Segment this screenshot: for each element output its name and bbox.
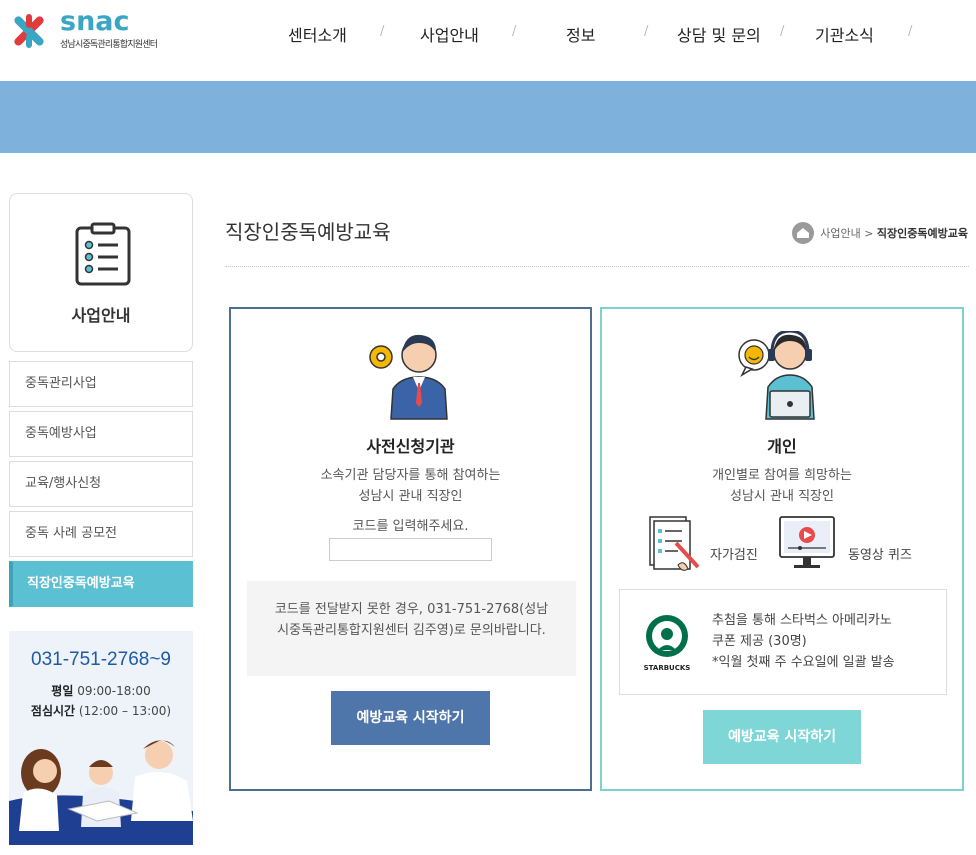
- weekday-hours: 09:00-18:00: [77, 684, 151, 698]
- headset-person-laptop-icon: [738, 331, 815, 420]
- sidebar-item-education-events[interactable]: 교육/행사신청: [9, 461, 193, 507]
- nav-item-news[interactable]: 기관소식: [815, 22, 874, 46]
- site-header: snac 성남시중독관리통합지원센터 센터소개 / 사업안내 / 정보 / 상담…: [0, 0, 976, 81]
- nav-separator: /: [780, 24, 785, 39]
- contact-notice: 코드를 전달받지 못한 경우, 031-751-2768(성남시중독관리통합지원…: [247, 581, 576, 676]
- family-reading-illustration: [9, 740, 193, 845]
- individual-card: 개인 개인별로 참여를 희망하는 성남시 관내 직장인 자가검진 동영상 퀴즈 …: [600, 307, 964, 791]
- sidebar-section-title: 사업안내: [71, 306, 131, 325]
- breadcrumb: 사업안내 > 직장인중독예방교육: [792, 221, 968, 245]
- institution-desc-line2: 성남시 관내 직장인: [358, 489, 463, 504]
- logo-text: snac: [60, 6, 130, 37]
- title-divider: [225, 266, 969, 267]
- start-education-button-individual[interactable]: 예방교육 시작하기: [703, 710, 861, 764]
- home-icon[interactable]: [792, 222, 815, 244]
- sidebar-section-card: 사업안내: [9, 193, 193, 352]
- self-check-label: 자가검진: [710, 548, 758, 563]
- nav-separator: /: [380, 24, 385, 39]
- individual-desc-line1: 개인별로 참여를 희망하는: [712, 468, 852, 483]
- individual-desc-line2: 성남시 관내 직장인: [730, 489, 834, 504]
- nav-separator: /: [512, 24, 517, 39]
- institution-title: 사전신청기관: [366, 437, 455, 456]
- starbucks-logo-text: STARBUCKS: [644, 664, 691, 672]
- reward-line3: *익월 첫째 주 수요일에 일괄 발송: [712, 655, 895, 670]
- starbucks-logo-icon: STARBUCKS: [644, 615, 691, 672]
- contact-hours: 평일 09:00-18:00 점심시간 (12:00 – 13:00): [9, 681, 193, 721]
- nav-item-counsel[interactable]: 상담 및 문의: [677, 22, 761, 46]
- businessman-gear-icon: [368, 334, 448, 420]
- nav-item-business[interactable]: 사업안내: [420, 22, 479, 46]
- individual-title: 개인: [767, 437, 797, 456]
- sidebar-item-workplace-education[interactable]: 직장인중독예방교육: [9, 561, 193, 607]
- logo-mark-icon: [14, 14, 44, 48]
- contact-phone: 031-751-2768~9: [31, 649, 171, 670]
- lunch-label: 점심시간: [30, 704, 76, 718]
- self-check-feature: 자가검진: [648, 515, 788, 579]
- reward-line1: 추첨을 통해 스타벅스 아메리카노: [712, 613, 892, 628]
- page-title: 직장인중독예방교육: [225, 220, 391, 244]
- weekday-label: 평일: [51, 684, 74, 698]
- logo-subtitle: 성남시중독관리통합지원센터: [60, 40, 158, 50]
- breadcrumb-separator: >: [864, 226, 874, 240]
- nav-item-about[interactable]: 센터소개: [288, 22, 347, 46]
- reward-text: 추첨을 통해 스타벅스 아메리카노 쿠폰 제공 (30명) *익월 첫째 주 수…: [712, 610, 895, 673]
- video-quiz-label: 동영상 퀴즈: [848, 548, 912, 563]
- site-logo[interactable]: snac 성남시중독관리통합지원센터: [8, 6, 188, 52]
- institution-desc-line1: 소속기관 담당자를 통해 참여하는: [320, 468, 501, 483]
- lunch-hours: (12:00 – 13:00): [78, 704, 172, 718]
- reward-line2: 쿠폰 제공 (30명): [712, 634, 807, 649]
- breadcrumb-current: 직장인중독예방교육: [876, 227, 968, 240]
- sidebar-item-addiction-management[interactable]: 중독관리사업: [9, 361, 193, 407]
- nav-item-info[interactable]: 정보: [566, 22, 595, 46]
- video-monitor-icon: [779, 516, 835, 568]
- sidebar-item-addiction-prevention[interactable]: 중독예방사업: [9, 411, 193, 457]
- contact-box: 031-751-2768~9 평일 09:00-18:00 점심시간 (12:0…: [9, 631, 193, 845]
- individual-desc: 개인별로 참여를 희망하는 성남시 관내 직장인: [602, 465, 962, 507]
- code-label: 코드를 입력해주세요.: [352, 519, 469, 534]
- nav-separator: /: [908, 24, 913, 39]
- start-education-button-institution[interactable]: 예방교육 시작하기: [331, 691, 490, 745]
- sidebar-item-case-contest[interactable]: 중독 사례 공모전: [9, 511, 193, 557]
- top-banner: [0, 81, 976, 153]
- institution-card: 사전신청기관 소속기관 담당자를 통해 참여하는 성남시 관내 직장인 코드를 …: [229, 307, 592, 791]
- starbucks-reward-box: STARBUCKS 추첨을 통해 스타벅스 아메리카노 쿠폰 제공 (30명) …: [619, 589, 947, 695]
- breadcrumb-parent[interactable]: 사업안내: [820, 225, 860, 241]
- nav-separator: /: [644, 24, 649, 39]
- self-check-icon: [649, 516, 700, 571]
- clipboard-checklist-icon: [75, 222, 131, 286]
- code-input[interactable]: [329, 538, 492, 561]
- video-quiz-feature: 동영상 퀴즈: [778, 515, 948, 579]
- institution-desc: 소속기관 담당자를 통해 참여하는 성남시 관내 직장인: [231, 465, 590, 507]
